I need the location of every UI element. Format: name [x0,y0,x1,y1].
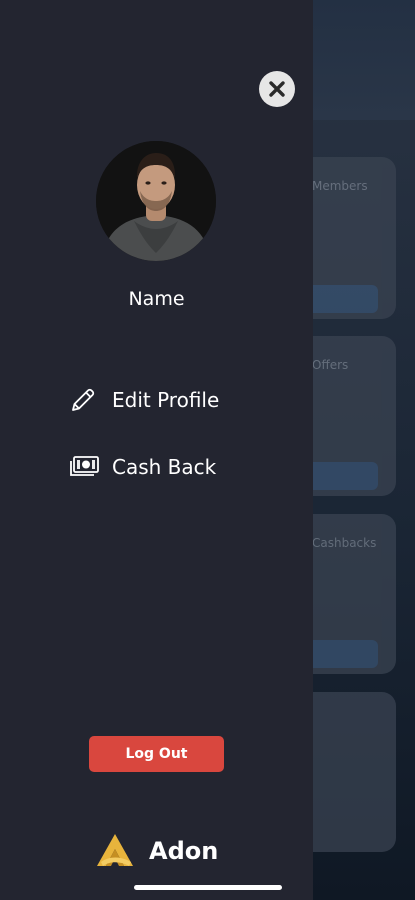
pencil-icon [68,386,100,414]
profile-name: Name [128,288,185,310]
logout-button[interactable]: Log Out [89,736,224,772]
menu-item-edit-profile[interactable]: Edit Profile [68,386,219,414]
avatar-photo [96,141,216,261]
menu-item-label: Cash Back [112,455,217,479]
background-header [312,0,415,120]
menu-item-label: Edit Profile [112,388,220,412]
background-card-title: Offers [312,358,349,372]
background-card-button [306,285,378,313]
adon-logo-icon [97,834,133,866]
menu-item-cash-back[interactable]: Cash Back [68,453,216,481]
background-card-title: Cashbacks [312,536,377,550]
brand-name: Adon [149,837,219,865]
avatar[interactable] [96,141,216,261]
home-indicator[interactable] [134,885,282,890]
close-button[interactable] [259,71,295,107]
brand: Adon [95,832,218,870]
side-drawer: Name Edit Profile Cash Back Log Out Adon [0,0,313,900]
background-card-button [306,640,378,668]
background-card-title: Members [312,179,368,193]
close-icon [269,81,285,97]
cash-icon [68,453,100,481]
background-card-button [306,462,378,490]
